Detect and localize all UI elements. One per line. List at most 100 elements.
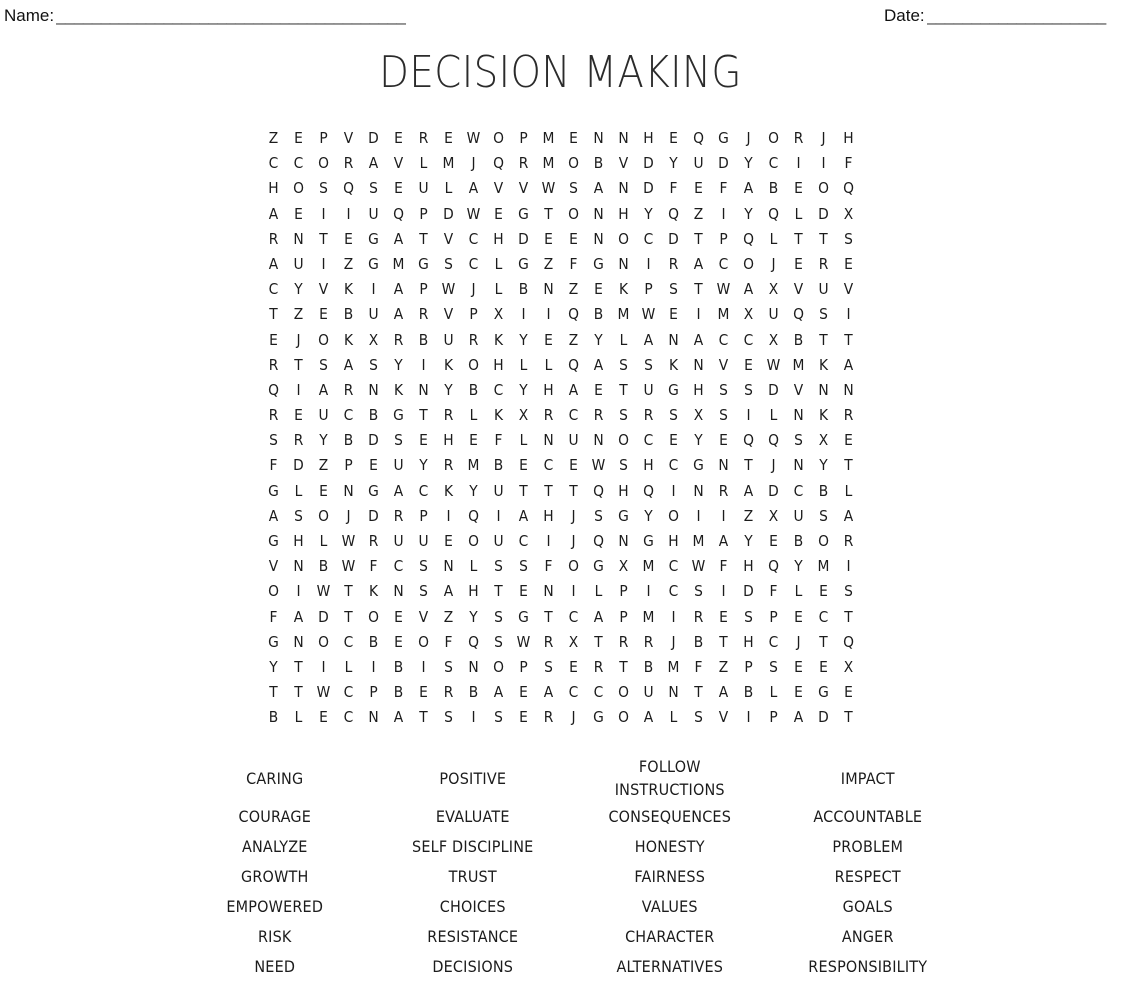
grid-letter[interactable]: V [337,126,360,151]
grid-letter[interactable]: I [787,151,810,176]
grid-letter[interactable]: P [337,453,360,478]
grid-letter[interactable]: Y [687,428,710,453]
grid-letter[interactable]: R [687,605,710,630]
grid-letter[interactable]: T [537,605,560,630]
grid-letter[interactable]: E [512,680,535,705]
grid-letter[interactable]: D [812,705,835,730]
grid-letter[interactable]: M [537,151,560,176]
grid-letter[interactable]: D [512,227,535,252]
grid-letter[interactable]: N [687,479,710,504]
grid-letter[interactable]: T [537,479,560,504]
grid-letter[interactable]: P [362,680,385,705]
grid-letter[interactable]: E [662,428,685,453]
grid-letter[interactable]: A [637,705,660,730]
grid-letter[interactable]: S [762,655,785,680]
grid-letter[interactable]: X [837,655,860,680]
grid-letter[interactable]: J [462,277,485,302]
grid-letter[interactable]: V [387,151,410,176]
grid-letter[interactable]: M [637,554,660,579]
grid-letter[interactable]: E [312,479,335,504]
grid-letter[interactable]: X [687,403,710,428]
grid-letter[interactable]: T [737,453,760,478]
grid-letter[interactable]: S [487,554,510,579]
grid-letter[interactable]: Q [787,302,810,327]
grid-letter[interactable]: G [262,630,285,655]
grid-letter[interactable]: R [787,126,810,151]
grid-letter[interactable]: O [462,529,485,554]
grid-letter[interactable]: Y [737,202,760,227]
grid-letter[interactable]: O [262,579,285,604]
grid-letter[interactable]: E [387,126,410,151]
grid-letter[interactable]: A [262,504,285,529]
grid-letter[interactable]: A [262,252,285,277]
grid-letter[interactable]: I [662,479,685,504]
grid-letter[interactable]: N [362,378,385,403]
grid-letter[interactable]: R [587,403,610,428]
grid-letter[interactable]: V [712,353,735,378]
grid-letter[interactable]: V [437,227,460,252]
grid-letter[interactable]: F [487,428,510,453]
grid-letter[interactable]: P [612,579,635,604]
grid-letter[interactable]: E [262,328,285,353]
word-bank-item[interactable]: FAIRNESS [581,865,759,888]
grid-letter[interactable]: Q [387,202,410,227]
word-bank-item[interactable]: HONESTY [581,835,759,858]
grid-letter[interactable]: Y [637,202,660,227]
grid-letter[interactable]: P [762,605,785,630]
grid-letter[interactable]: O [312,328,335,353]
grid-letter[interactable]: A [737,479,760,504]
grid-letter[interactable]: U [437,328,460,353]
grid-letter[interactable]: N [612,529,635,554]
word-bank-item[interactable]: SELF DISCIPLINE [383,835,561,858]
grid-letter[interactable]: S [812,504,835,529]
grid-letter[interactable]: I [637,252,660,277]
grid-letter[interactable]: W [337,529,360,554]
grid-letter[interactable]: G [412,252,435,277]
grid-letter[interactable]: E [587,277,610,302]
grid-letter[interactable]: C [337,630,360,655]
grid-letter[interactable]: Q [637,479,660,504]
grid-letter[interactable]: N [787,453,810,478]
grid-letter[interactable]: Q [562,302,585,327]
grid-letter[interactable]: F [712,176,735,201]
word-bank-item[interactable]: EVALUATE [383,805,561,828]
grid-letter[interactable]: R [287,428,310,453]
grid-letter[interactable]: E [437,126,460,151]
grid-letter[interactable]: W [437,277,460,302]
grid-letter[interactable]: L [512,428,535,453]
grid-letter[interactable]: I [737,403,760,428]
grid-letter[interactable]: Q [762,202,785,227]
grid-letter[interactable]: Y [662,151,685,176]
grid-letter[interactable]: I [662,605,685,630]
grid-letter[interactable]: S [737,605,760,630]
grid-letter[interactable]: Y [387,353,410,378]
grid-letter[interactable]: V [262,554,285,579]
grid-letter[interactable]: H [487,227,510,252]
grid-letter[interactable]: F [262,453,285,478]
grid-letter[interactable]: N [337,479,360,504]
grid-letter[interactable]: U [487,529,510,554]
grid-letter[interactable]: I [437,504,460,529]
grid-letter[interactable]: R [537,403,560,428]
grid-letter[interactable]: E [512,579,535,604]
grid-letter[interactable]: L [587,579,610,604]
grid-letter[interactable]: L [412,151,435,176]
grid-letter[interactable]: E [587,378,610,403]
grid-letter[interactable]: N [437,554,460,579]
grid-letter[interactable]: O [487,126,510,151]
grid-letter[interactable]: S [412,554,435,579]
grid-letter[interactable]: S [687,705,710,730]
grid-letter[interactable]: I [312,655,335,680]
grid-letter[interactable]: I [537,529,560,554]
grid-letter[interactable]: W [462,126,485,151]
word-bank-item[interactable]: FOLLOW INSTRUCTIONS [581,755,759,801]
grid-letter[interactable]: I [312,202,335,227]
grid-letter[interactable]: S [412,579,435,604]
grid-letter[interactable]: S [612,353,635,378]
grid-letter[interactable]: G [387,403,410,428]
grid-letter[interactable]: S [487,630,510,655]
grid-letter[interactable]: Y [737,151,760,176]
date-blank-line[interactable]: ____________________ [927,6,1121,26]
grid-letter[interactable]: J [737,126,760,151]
grid-letter[interactable]: Y [287,277,310,302]
